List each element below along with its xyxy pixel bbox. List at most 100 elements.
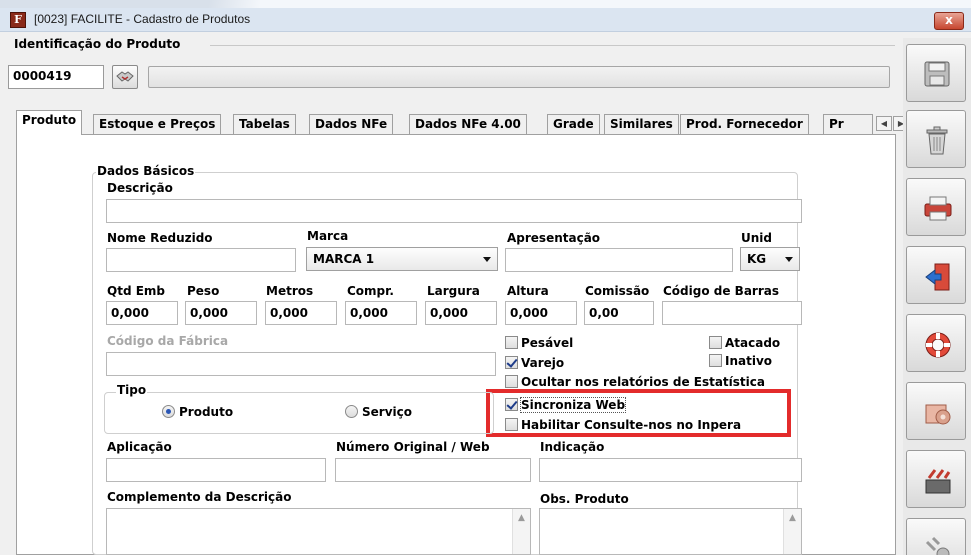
tipo-produto-radio[interactable]: Produto [162, 405, 233, 419]
numero-original-field[interactable] [335, 458, 531, 482]
product-code-field[interactable]: 0000419 [8, 65, 104, 89]
apresentacao-field[interactable] [505, 248, 733, 272]
complemento-textarea[interactable]: ▲ [106, 508, 531, 555]
pesavel-checkbox[interactable]: Pesável [505, 336, 573, 352]
compr-label: Compr. [347, 284, 394, 298]
tab-bar: Produto Estoque e Preços Tabelas Dados N… [16, 110, 909, 135]
comissao-field[interactable]: 0,00 [584, 301, 654, 325]
scrollbar[interactable]: ▲ [512, 509, 530, 554]
handshake-icon [116, 71, 134, 82]
check-icon [505, 356, 518, 369]
codigo-fabrica-label: Código da Fábrica [107, 334, 229, 348]
codigo-fabrica-field[interactable] [106, 352, 496, 376]
tab-similares[interactable]: Similares [604, 114, 679, 134]
descricao-label: Descrição [107, 181, 173, 195]
delete-button[interactable] [906, 110, 966, 168]
close-button[interactable]: x [934, 12, 964, 30]
dados-basicos-title: Dados Básicos [96, 164, 196, 178]
varejo-checkbox[interactable]: Varejo [505, 356, 564, 372]
largura-field[interactable]: 0,000 [425, 301, 497, 325]
indicacao-label: Indicação [540, 440, 605, 454]
chevron-down-icon [785, 257, 793, 262]
scroll-up-icon[interactable]: ▲ [784, 513, 801, 523]
indicacao-field[interactable] [539, 458, 802, 482]
atacado-checkbox[interactable]: Atacado [709, 336, 780, 352]
tab-dados-nfe[interactable]: Dados NFe [309, 114, 394, 134]
tab-scroll-left-icon[interactable]: ◀ [876, 116, 892, 131]
qtd-emb-field[interactable]: 0,000 [106, 301, 178, 325]
largura-label: Largura [427, 284, 480, 298]
marca-label: Marca [307, 229, 349, 243]
tab-grade[interactable]: Grade [547, 114, 600, 134]
aplicacao-field[interactable] [106, 458, 326, 482]
checkbox-box [505, 336, 518, 349]
radio-selected-icon [162, 405, 175, 418]
section-divider [210, 45, 895, 46]
atacado-label: Atacado [725, 336, 781, 350]
codigo-barras-field[interactable] [662, 301, 802, 325]
unid-label: Unid [741, 231, 772, 245]
unid-value: KG [747, 252, 767, 266]
apresentacao-label: Apresentação [507, 231, 601, 245]
exit-button[interactable] [906, 246, 966, 304]
print-icon [924, 196, 952, 221]
tipo-servico-radio[interactable]: Serviço [345, 405, 412, 419]
search-product-button[interactable] [112, 65, 138, 89]
app-icon: F [10, 12, 26, 28]
metros-field[interactable]: 0,000 [265, 301, 337, 325]
ocultar-label: Ocultar nos relatórios de Estatística [521, 375, 765, 389]
altura-field[interactable]: 0,000 [505, 301, 577, 325]
checkbox-box [709, 354, 722, 367]
inativo-checkbox[interactable]: Inativo [709, 354, 772, 370]
checkbox-box [709, 336, 722, 349]
varejo-label: Varejo [521, 356, 565, 370]
chevron-down-icon [483, 257, 491, 262]
tab-overflow[interactable]: Pr [823, 114, 873, 134]
action-sidebar [903, 38, 971, 555]
window-title: [0023] FACILITE - Cadastro de Produtos [34, 12, 251, 26]
scroll-up-icon[interactable]: ▲ [513, 513, 530, 523]
peso-field[interactable]: 0,000 [185, 301, 257, 325]
nome-reduzido-label: Nome Reduzido [107, 231, 213, 245]
codigo-barras-label: Código de Barras [663, 284, 779, 298]
obs-produto-textarea[interactable]: ▲ [539, 508, 802, 555]
compr-field[interactable]: 0,000 [345, 301, 417, 325]
descricao-field[interactable] [106, 199, 802, 223]
print-button[interactable] [906, 178, 966, 236]
save-button[interactable] [906, 44, 966, 102]
ocultar-checkbox[interactable]: Ocultar nos relatórios de Estatística [505, 375, 765, 389]
tab-produto[interactable]: Produto [16, 110, 83, 135]
checkbox-box [505, 375, 518, 388]
radio-icon [345, 405, 358, 418]
obs-produto-label: Obs. Produto [540, 492, 629, 506]
numero-original-label: Número Original / Web [336, 440, 490, 454]
marca-value: MARCA 1 [313, 252, 375, 266]
trash-icon [926, 126, 948, 155]
lifebuoy-icon [925, 332, 951, 358]
tab-dados-nfe-400[interactable]: Dados NFe 4.00 [409, 114, 527, 134]
exit-icon [925, 263, 950, 291]
unid-select[interactable]: KG [740, 247, 800, 271]
tab-estoque-precos[interactable]: Estoque e Preços [93, 114, 222, 134]
inativo-label: Inativo [725, 354, 773, 368]
tab-tabelas[interactable]: Tabelas [233, 114, 296, 134]
tools2-button[interactable] [906, 518, 966, 555]
help-button[interactable] [906, 314, 966, 372]
pesavel-label: Pesável [521, 336, 574, 350]
altura-label: Altura [507, 284, 549, 298]
marca-select[interactable]: MARCA 1 [306, 247, 498, 271]
peso-label: Peso [187, 284, 220, 298]
scrollbar[interactable]: ▲ [783, 509, 801, 554]
nome-reduzido-field[interactable] [106, 248, 296, 272]
tab-prod-fornecedor[interactable]: Prod. Fornecedor [680, 114, 809, 134]
metros-label: Metros [266, 284, 314, 298]
servico-label: Serviço [362, 405, 412, 419]
tools2-icon [925, 536, 950, 555]
settings-button[interactable] [906, 382, 966, 440]
tools-button[interactable] [906, 450, 966, 508]
tipo-title: Tipo [116, 383, 148, 397]
tools-icon [925, 469, 951, 494]
highlight-annotation [486, 389, 791, 437]
top-strip-wedge [0, 0, 260, 8]
identification-title: Identificação do Produto [14, 37, 181, 51]
